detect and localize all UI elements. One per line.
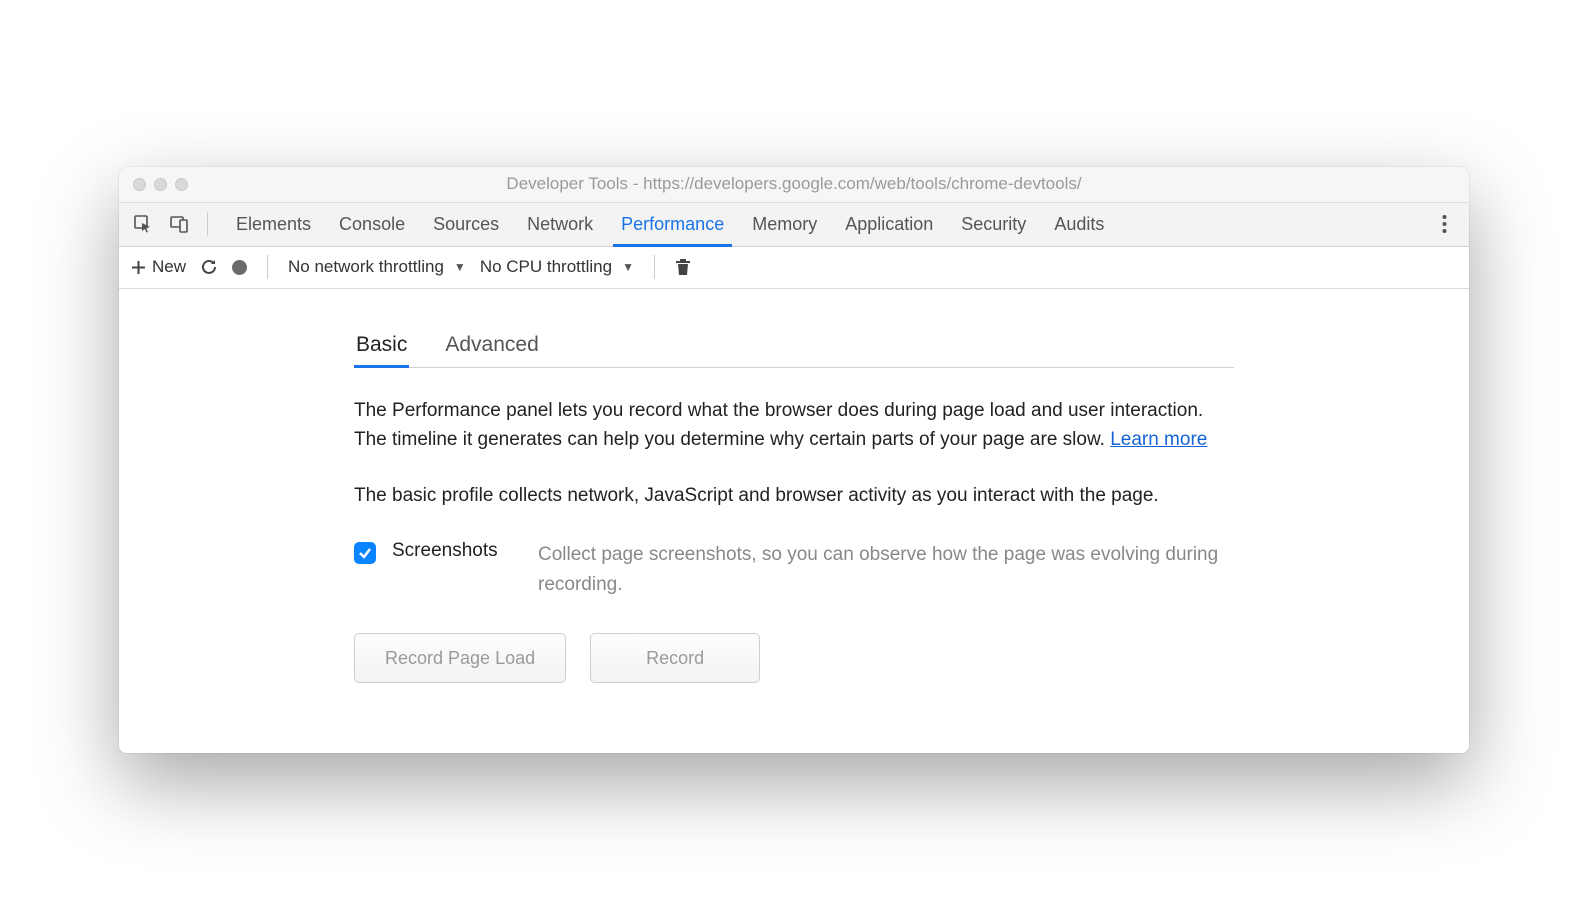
tab-elements[interactable]: Elements bbox=[222, 203, 325, 246]
learn-more-link[interactable]: Learn more bbox=[1110, 429, 1207, 450]
chevron-down-icon: ▼ bbox=[622, 260, 634, 274]
zoom-window-button[interactable] bbox=[175, 178, 188, 191]
trash-icon[interactable] bbox=[675, 258, 691, 276]
subtab-advanced[interactable]: Advanced bbox=[443, 329, 540, 367]
divider bbox=[207, 212, 208, 236]
action-buttons: Record Page Load Record bbox=[354, 633, 1234, 683]
titlebar: Developer Tools - https://developers.goo… bbox=[119, 167, 1469, 203]
tab-memory[interactable]: Memory bbox=[738, 203, 831, 246]
tab-sources[interactable]: Sources bbox=[419, 203, 513, 246]
window-title: Developer Tools - https://developers.goo… bbox=[119, 174, 1469, 194]
reload-icon[interactable] bbox=[200, 258, 218, 276]
new-recording-button[interactable]: New bbox=[131, 257, 186, 277]
performance-landing: Basic Advanced The Performance panel lets… bbox=[119, 289, 1469, 753]
screenshots-label: Screenshots bbox=[392, 540, 522, 562]
description-text: The Performance panel lets you record wh… bbox=[354, 400, 1203, 450]
performance-toolbar: New No network throttling ▼ No CPU throt… bbox=[119, 247, 1469, 289]
divider bbox=[267, 255, 268, 279]
devtools-tab-bar: ElementsConsoleSourcesNetworkPerformance… bbox=[119, 203, 1469, 247]
window-controls bbox=[119, 178, 188, 191]
tab-console[interactable]: Console bbox=[325, 203, 419, 246]
tab-network[interactable]: Network bbox=[513, 203, 607, 246]
screenshots-option-row: Screenshots Collect page screenshots, so… bbox=[354, 540, 1234, 599]
record-icon[interactable] bbox=[232, 260, 247, 275]
subtab-basic[interactable]: Basic bbox=[354, 329, 409, 367]
network-throttling-dropdown[interactable]: No network throttling ▼ bbox=[288, 257, 466, 277]
device-toolbar-icon[interactable] bbox=[165, 210, 193, 238]
tab-performance[interactable]: Performance bbox=[607, 203, 738, 246]
profile-type-tabs: Basic Advanced bbox=[354, 329, 1234, 368]
record-button[interactable]: Record bbox=[590, 633, 760, 683]
record-page-load-button[interactable]: Record Page Load bbox=[354, 633, 566, 683]
screenshots-checkbox[interactable] bbox=[354, 542, 376, 564]
tab-security[interactable]: Security bbox=[947, 203, 1040, 246]
devtools-window: Developer Tools - https://developers.goo… bbox=[119, 167, 1469, 753]
more-options-icon[interactable] bbox=[1429, 209, 1459, 239]
description-paragraph-1: The Performance panel lets you record wh… bbox=[354, 396, 1234, 455]
minimize-window-button[interactable] bbox=[154, 178, 167, 191]
new-label: New bbox=[152, 257, 186, 277]
chevron-down-icon: ▼ bbox=[454, 260, 466, 274]
description-paragraph-2: The basic profile collects network, Java… bbox=[354, 481, 1234, 510]
tab-application[interactable]: Application bbox=[831, 203, 947, 246]
close-window-button[interactable] bbox=[133, 178, 146, 191]
tab-audits[interactable]: Audits bbox=[1040, 203, 1118, 246]
network-throttling-label: No network throttling bbox=[288, 257, 444, 277]
cpu-throttling-dropdown[interactable]: No CPU throttling ▼ bbox=[480, 257, 634, 277]
screenshots-description: Collect page screenshots, so you can obs… bbox=[538, 540, 1234, 599]
inspect-element-icon[interactable] bbox=[129, 210, 157, 238]
cpu-throttling-label: No CPU throttling bbox=[480, 257, 612, 277]
divider bbox=[654, 255, 655, 279]
